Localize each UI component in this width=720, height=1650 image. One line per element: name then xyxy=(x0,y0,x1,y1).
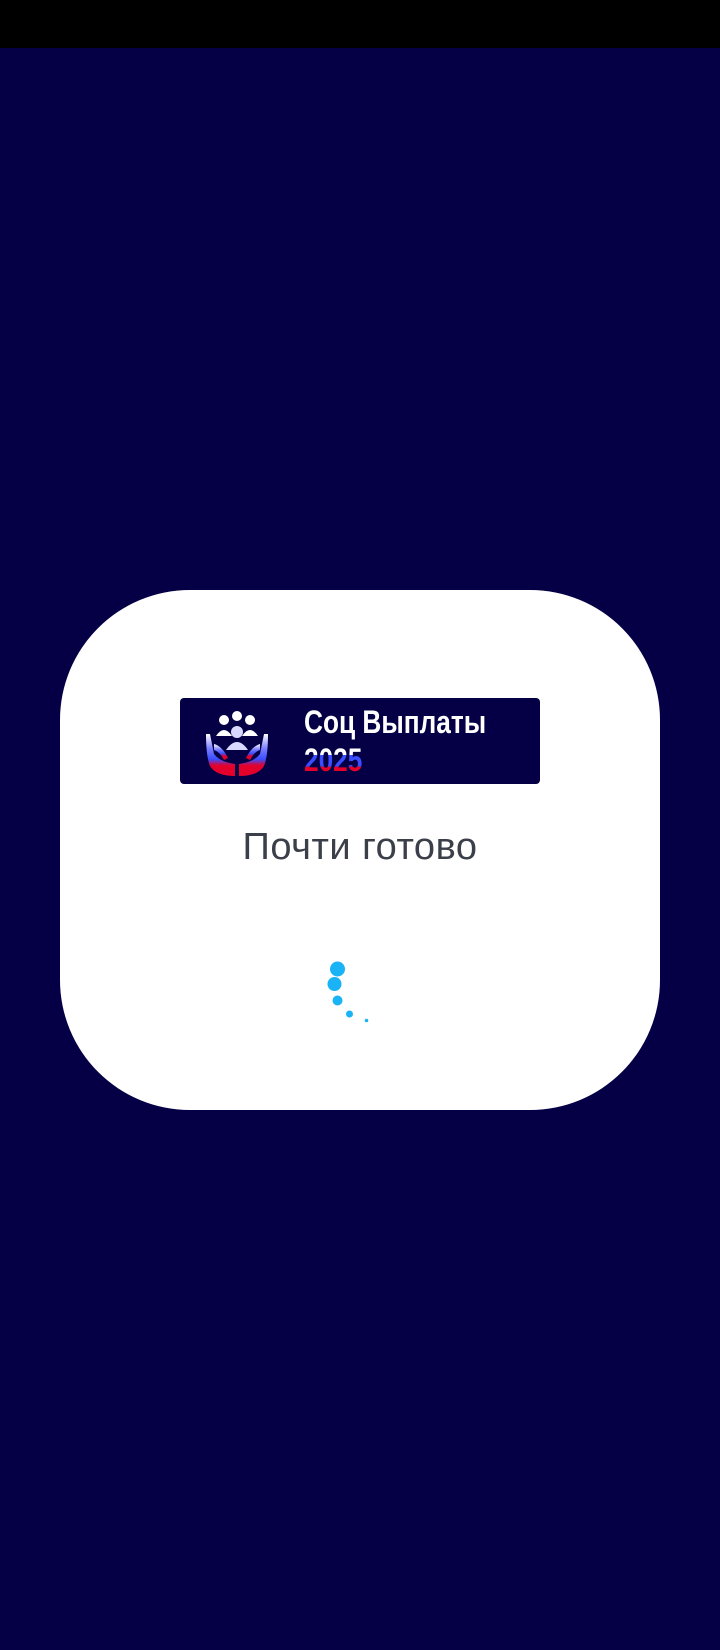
spinner-dot xyxy=(327,977,342,991)
loading-spinner-icon xyxy=(327,961,369,1023)
spinner-dot xyxy=(346,1010,353,1018)
app-logo: Соц Выплаты 2025 xyxy=(180,698,540,784)
people-in-hands-icon xyxy=(206,711,268,776)
loading-message: Почти готово xyxy=(242,826,478,868)
spinner-dot xyxy=(332,995,343,1006)
spinner-dot xyxy=(364,1018,369,1023)
loading-card: Соц Выплаты 2025 Почти готово xyxy=(60,590,660,1110)
status-bar xyxy=(0,0,720,48)
logo-year: 2025 xyxy=(304,742,363,778)
spinner-dot xyxy=(330,961,345,977)
logo-title: Соц Выплаты xyxy=(304,704,487,740)
